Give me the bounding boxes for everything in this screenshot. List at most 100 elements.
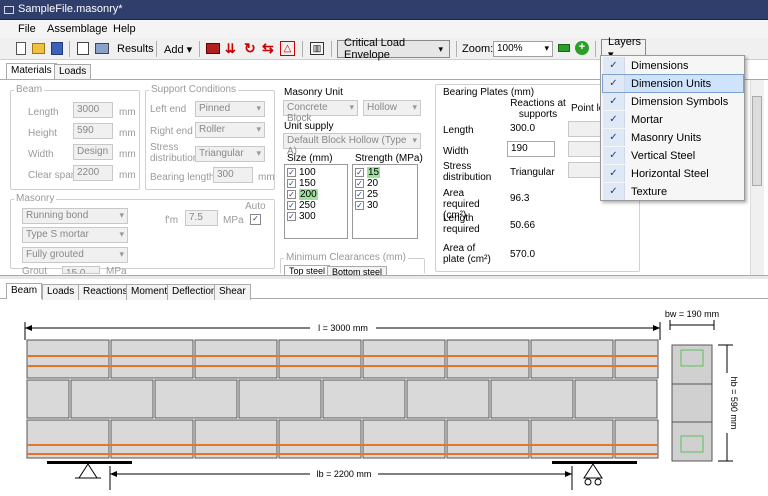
tab-reactions[interactable]: Reactions bbox=[78, 284, 133, 300]
masonry-unit bbox=[194, 419, 278, 459]
scrollbar-thumb[interactable] bbox=[752, 96, 762, 186]
layers-menu-item[interactable]: ✓ Mortar bbox=[603, 111, 743, 128]
layers-menu-item-label: Dimension Units bbox=[631, 77, 712, 90]
checkbox[interactable]: ✓ bbox=[287, 168, 296, 177]
checkmark-icon: ✓ bbox=[603, 75, 625, 92]
stress-distribution-select[interactable]: Triangular bbox=[195, 146, 265, 162]
bearing-width-input[interactable]: 190 bbox=[507, 141, 555, 157]
tab-loads[interactable]: Loads bbox=[54, 64, 92, 80]
critical-load-dropdown[interactable]: Critical Load Envelope ▾ bbox=[337, 37, 450, 61]
zoom-select[interactable]: 100% ▾ bbox=[493, 41, 553, 57]
list-item[interactable]: ✓ 15 bbox=[353, 167, 417, 178]
mortar-select[interactable]: Type S mortar bbox=[22, 227, 128, 243]
wall-icon[interactable] bbox=[206, 43, 220, 54]
length-dimension-text: l = 3000 mm bbox=[318, 323, 368, 333]
menu-assemblage[interactable]: Assemblage bbox=[47, 23, 108, 35]
grout-strength-input[interactable]: 15.0 bbox=[62, 266, 100, 274]
point-load-stress-input[interactable] bbox=[568, 162, 602, 178]
beam-height-input[interactable]: 590 bbox=[73, 123, 113, 139]
list-item[interactable]: ✓ 250 bbox=[285, 200, 347, 211]
save-icon[interactable] bbox=[51, 42, 63, 55]
layers-menu-item-label: Texture bbox=[631, 185, 668, 198]
list-item[interactable]: ✓ 25 bbox=[353, 189, 417, 200]
auto-checkbox[interactable]: ✓ bbox=[250, 214, 261, 225]
point-load-length-input[interactable] bbox=[568, 121, 602, 137]
support-icon[interactable]: △ bbox=[280, 41, 295, 56]
fm-input[interactable]: 7.5 bbox=[185, 210, 218, 226]
zoom-out-icon[interactable] bbox=[558, 44, 570, 52]
point-load-width-input[interactable] bbox=[568, 141, 602, 157]
beam-drawing: l = 3000 mm lb = 2200 mm bw = 190 mm hb … bbox=[24, 309, 739, 490]
checkbox[interactable]: ✓ bbox=[355, 179, 364, 188]
masonry-unit bbox=[574, 379, 658, 419]
layers-menu-item[interactable]: ✓ Dimensions bbox=[603, 57, 743, 74]
strength-listbox[interactable]: ✓ 15 ✓ 20 ✓ 25 ✓ 30 bbox=[352, 164, 418, 239]
left-end-select[interactable]: Pinned bbox=[195, 101, 265, 117]
unit-label: mm bbox=[258, 172, 275, 183]
arrow-icon bbox=[110, 471, 117, 477]
beam-section-icon[interactable]: ▥ bbox=[310, 42, 324, 55]
tab-shear[interactable]: Shear bbox=[214, 284, 251, 300]
bond-select[interactable]: Running bond bbox=[22, 208, 128, 224]
masonry-unit bbox=[26, 379, 70, 419]
tab-beam[interactable]: Beam bbox=[6, 283, 43, 299]
add-dropdown[interactable]: Add ▾ bbox=[164, 41, 192, 57]
clear-span-input[interactable]: 2200 bbox=[73, 165, 113, 181]
bearing-value-area-plate: 570.0 bbox=[510, 249, 536, 260]
print-icon[interactable] bbox=[95, 43, 109, 54]
checkbox[interactable]: ✓ bbox=[287, 190, 296, 199]
checkbox[interactable]: ✓ bbox=[287, 212, 296, 221]
unit-supply-select[interactable]: Default Block Hollow (Type A) bbox=[283, 133, 421, 157]
menu-file[interactable]: File bbox=[18, 23, 36, 35]
layers-menu-item[interactable]: ✓ Dimension Units bbox=[602, 74, 744, 93]
zoom-in-icon[interactable]: + bbox=[575, 41, 589, 55]
results-button[interactable]: Results bbox=[117, 41, 154, 57]
list-item[interactable]: ✓ 30 bbox=[353, 200, 417, 211]
checkbox[interactable]: ✓ bbox=[355, 201, 364, 210]
right-end-select[interactable]: Roller bbox=[195, 122, 265, 138]
roller-support-icon bbox=[583, 463, 603, 479]
moment-icon[interactable]: ↻ bbox=[244, 40, 256, 57]
bearing-length-label: Bearing length bbox=[150, 172, 215, 183]
arrow-icon bbox=[653, 325, 660, 331]
size-listbox[interactable]: ✓ 100 ✓ 150 ✓ 200 ✓ 250 ✓ 300 bbox=[284, 164, 348, 239]
checkbox[interactable]: ✓ bbox=[355, 168, 364, 177]
checkmark-icon: ✓ bbox=[603, 57, 625, 74]
list-item[interactable]: ✓ 150 bbox=[285, 178, 347, 189]
open-folder-icon[interactable] bbox=[32, 43, 45, 54]
layers-menu-item[interactable]: ✓ Dimension Symbols bbox=[603, 93, 743, 110]
grout-select[interactable]: Fully grouted bbox=[22, 247, 128, 263]
beam-width-input[interactable]: Design bbox=[73, 144, 113, 160]
splitter[interactable] bbox=[0, 275, 768, 279]
masonry-unit bbox=[194, 339, 278, 379]
masonry-unit bbox=[238, 379, 322, 419]
checkbox[interactable]: ✓ bbox=[287, 179, 296, 188]
beam-length-input[interactable]: 3000 bbox=[73, 102, 113, 118]
tab-loads-diagram[interactable]: Loads bbox=[42, 284, 80, 300]
point-load-icon[interactable]: ⇊ bbox=[225, 41, 236, 57]
tab-materials[interactable]: Materials bbox=[6, 63, 57, 79]
layers-menu-item[interactable]: ✓ Horizontal Steel bbox=[603, 165, 743, 182]
layers-menu-item-label: Vertical Steel bbox=[631, 149, 696, 162]
new-file-icon[interactable] bbox=[16, 42, 26, 55]
layers-menu-item[interactable]: ✓ Texture bbox=[603, 183, 743, 200]
list-item[interactable]: ✓ 300 bbox=[285, 211, 347, 222]
unit-type-select[interactable]: Concrete Block bbox=[283, 100, 358, 124]
unit-hollow-select[interactable]: Hollow bbox=[363, 100, 421, 116]
layers-menu-item[interactable]: ✓ Masonry Units bbox=[603, 129, 743, 146]
bearing-length-input[interactable]: 300 bbox=[213, 167, 253, 183]
layers-menu-item[interactable]: ✓ Vertical Steel bbox=[603, 147, 743, 164]
list-item[interactable]: ✓ 100 bbox=[285, 167, 347, 178]
tab-moment[interactable]: Moment bbox=[126, 284, 173, 300]
checkbox[interactable]: ✓ bbox=[287, 201, 296, 210]
menu-help[interactable]: Help bbox=[113, 23, 136, 35]
list-item[interactable]: ✓ 200 bbox=[285, 189, 347, 200]
list-item[interactable]: ✓ 20 bbox=[353, 178, 417, 189]
masonry-unit bbox=[322, 379, 406, 419]
bearing-label-width: Width bbox=[443, 146, 469, 157]
reactions-column-header: Reactions at supports bbox=[510, 98, 566, 120]
checkbox[interactable]: ✓ bbox=[355, 190, 364, 199]
arrow-icon bbox=[25, 325, 32, 331]
reaction-icon[interactable]: ⇆ bbox=[262, 40, 274, 57]
print-preview-icon[interactable] bbox=[77, 42, 89, 55]
